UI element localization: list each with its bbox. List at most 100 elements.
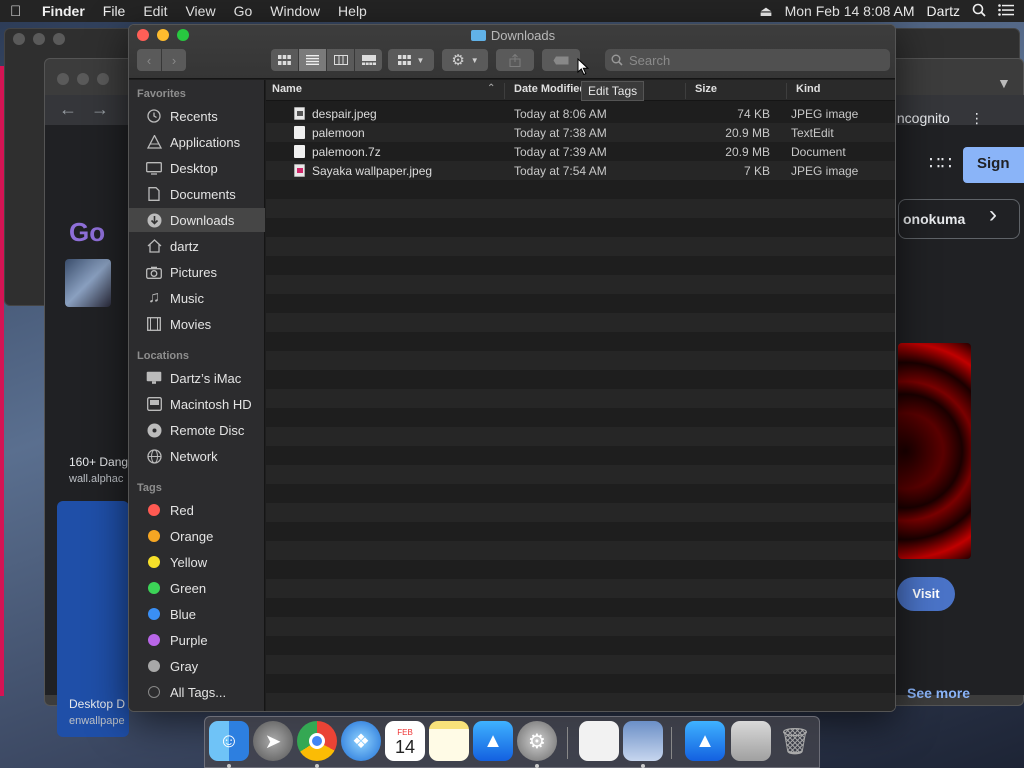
window-zoom-button[interactable] <box>53 33 65 45</box>
gallery-view-button[interactable] <box>355 49 382 71</box>
related-search-chip[interactable]: onokuma <box>898 199 1020 239</box>
menu-app-finder[interactable]: Finder <box>42 3 85 19</box>
chevron-right-icon: › <box>171 52 177 68</box>
file-row[interactable]: Sayaka wallpaper.jpeg Today at 7:54 AM 7… <box>266 161 895 180</box>
sidebar-tag-yellow[interactable]: Yellow <box>129 550 265 574</box>
sidebar-item-pictures[interactable]: Pictures <box>129 260 265 284</box>
incognito-indicator[interactable]: Incognito ⋮ <box>893 105 984 131</box>
forward-button[interactable]: › <box>162 49 186 71</box>
dock-trash-icon[interactable]: 🗑 <box>775 721 815 761</box>
empty-row <box>266 636 895 655</box>
sidebar-item-music[interactable]: ♫ Music <box>129 286 265 310</box>
file-row[interactable]: palemoon.7z Today at 7:39 AM 20.9 MB Doc… <box>266 142 895 161</box>
file-list[interactable]: Name ⌃ Date Modified Size Kind despair.j… <box>266 80 895 711</box>
menu-file[interactable]: File <box>103 3 126 19</box>
window-close-button[interactable] <box>57 73 69 85</box>
dock-finder-icon[interactable]: ☺ <box>209 721 249 761</box>
sidebar-tag-blue[interactable]: Blue <box>129 602 265 626</box>
dock-preview-icon[interactable] <box>623 721 663 761</box>
result-title[interactable]: 160+ Dang <box>69 455 128 469</box>
preview-image[interactable] <box>898 343 971 559</box>
sidebar-item-movies[interactable]: Movies <box>129 312 265 336</box>
dock-applications-folder-icon[interactable]: ▲ <box>685 721 725 761</box>
column-header-kind[interactable]: Kind <box>786 83 895 99</box>
see-more-link[interactable]: See more <box>907 685 970 701</box>
dock-notes-icon[interactable] <box>429 721 469 761</box>
window-zoom-button[interactable] <box>97 73 109 85</box>
back-arrow-icon[interactable]: ← <box>59 99 77 120</box>
apps-grid-icon[interactable]: ∷∷ <box>929 153 952 174</box>
sidebar-tag-red[interactable]: Red <box>129 498 265 522</box>
visit-button[interactable]: Visit <box>897 577 955 611</box>
column-header-size[interactable]: Size <box>685 83 785 99</box>
dock-safari-icon[interactable]: ❖ <box>341 721 381 761</box>
search-field[interactable] <box>605 49 890 71</box>
sidebar-item-home[interactable]: dartz <box>129 234 265 258</box>
file-size: 20.9 MB <box>725 145 770 159</box>
group-by-button[interactable]: ▼ <box>388 49 434 71</box>
chevron-right-icon[interactable]: › <box>989 201 997 229</box>
menubar-user[interactable]: Dartz <box>927 3 960 19</box>
more-menu-icon[interactable]: ⋮ <box>970 110 984 127</box>
file-row[interactable]: despair.jpeg Today at 8:06 AM 74 KB JPEG… <box>266 104 895 123</box>
dock-calendar-icon[interactable]: FEB 14 <box>385 721 425 761</box>
empty-row <box>266 275 895 294</box>
menu-edit[interactable]: Edit <box>143 3 167 19</box>
spotlight-search-icon[interactable] <box>972 3 986 20</box>
sidebar-all-tags[interactable]: All Tags... <box>129 680 265 704</box>
eject-icon[interactable]: ⏏ <box>759 3 772 20</box>
empty-row <box>266 598 895 617</box>
icon-view-button[interactable] <box>271 49 298 71</box>
list-view-button[interactable] <box>299 49 326 71</box>
forward-arrow-icon[interactable]: → <box>91 99 109 120</box>
notification-center-icon[interactable] <box>998 3 1014 19</box>
apple-menu-icon[interactable]:  <box>10 3 32 20</box>
sidebar-header-tags: Tags <box>137 482 162 494</box>
sidebar-item-documents[interactable]: Documents <box>129 182 265 206</box>
sidebar-item-downloads[interactable]: Downloads <box>129 208 265 232</box>
sidebar-item-remote-disc[interactable]: Remote Disc <box>129 418 265 442</box>
sidebar-item-applications[interactable]: Applications <box>129 130 265 154</box>
column-header-name[interactable]: Name <box>266 83 503 99</box>
window-minimize-button[interactable] <box>77 73 89 85</box>
dock-downloads-stack-icon[interactable] <box>731 721 771 761</box>
menu-view[interactable]: View <box>185 3 215 19</box>
google-doodle-logo[interactable]: Go <box>69 217 105 248</box>
sidebar-item-recents[interactable]: Recents <box>129 104 265 128</box>
sidebar-item-network[interactable]: Network <box>129 444 265 468</box>
column-view-button[interactable] <box>327 49 354 71</box>
dock-app-store-icon[interactable]: ▲ <box>473 721 513 761</box>
sidebar-item-desktop[interactable]: Desktop <box>129 156 265 180</box>
edit-tags-button[interactable] <box>542 49 580 71</box>
dock-textedit-document-icon[interactable] <box>579 721 619 761</box>
dock-system-preferences-icon[interactable]: ⚙ <box>517 721 557 761</box>
menu-help[interactable]: Help <box>338 3 367 19</box>
menubar-clock[interactable]: Mon Feb 14 8:08 AM <box>785 3 915 19</box>
file-kind: JPEG image <box>791 164 859 178</box>
dock-launchpad-icon[interactable]: ➤ <box>253 721 293 761</box>
menu-window[interactable]: Window <box>270 3 320 19</box>
empty-row <box>266 294 895 313</box>
window-minimize-button[interactable] <box>33 33 45 45</box>
file-size: 20.9 MB <box>725 126 770 140</box>
file-row[interactable]: palemoon Today at 7:38 AM 20.9 MB TextEd… <box>266 123 895 142</box>
search-input[interactable] <box>629 52 869 68</box>
finder-window[interactable]: Downloads ‹ › ▼ ⚙ ▼ Search Favorites Rec… <box>128 24 896 712</box>
sidebar-tag-gray[interactable]: Gray <box>129 654 265 678</box>
thumbnail-image[interactable] <box>65 259 111 307</box>
sidebar-item-macintosh-hd[interactable]: Macintosh HD <box>129 392 265 416</box>
menu-go[interactable]: Go <box>234 3 253 19</box>
sidebar-tag-orange[interactable]: Orange <box>129 524 265 548</box>
window-close-button[interactable] <box>13 33 25 45</box>
dock-chrome-icon[interactable] <box>297 721 337 761</box>
back-button[interactable]: ‹ <box>137 49 161 71</box>
result-title[interactable]: Desktop D <box>69 697 125 711</box>
action-menu-button[interactable]: ⚙ ▼ <box>442 49 488 71</box>
tab-list-dropdown-icon[interactable]: ▼ <box>997 75 1011 91</box>
sidebar-tag-green[interactable]: Green <box>129 576 265 600</box>
sidebar-item-imac[interactable]: Dartz’s iMac <box>129 366 265 390</box>
sign-in-button[interactable]: Sign <box>963 147 1024 183</box>
sort-ascending-icon[interactable]: ⌃ <box>487 83 495 94</box>
share-button[interactable] <box>496 49 534 71</box>
sidebar-tag-purple[interactable]: Purple <box>129 628 265 652</box>
